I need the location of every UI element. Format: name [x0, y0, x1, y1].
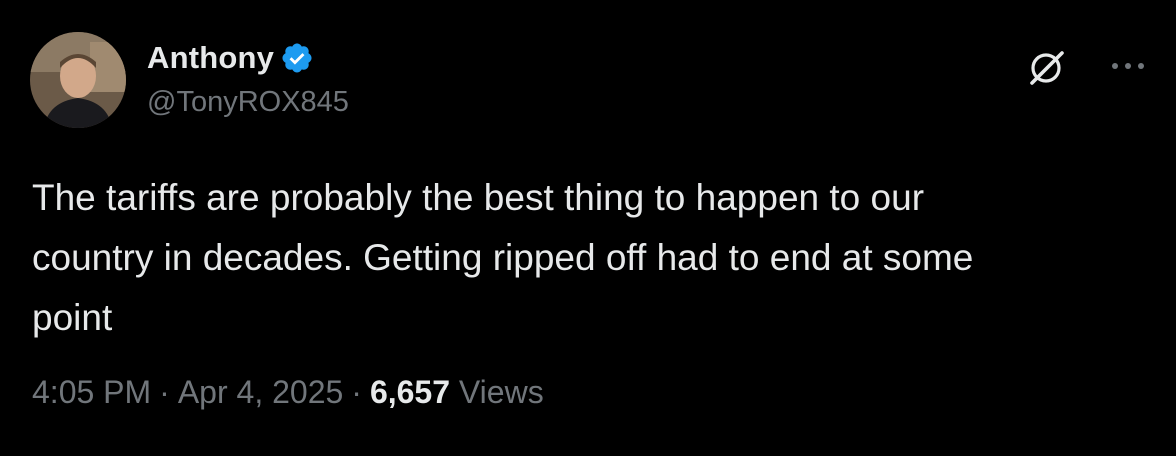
author-display-name[interactable]: Anthony	[147, 40, 274, 76]
more-options-icon[interactable]	[1108, 56, 1148, 76]
tweet-card: Anthony @TonyROX845 The tariffs are prob…	[0, 0, 1176, 456]
post-meta: 4:05 PM · Apr 4, 2025 · 6,657 Views	[32, 374, 544, 411]
avatar[interactable]	[30, 32, 126, 128]
post-time[interactable]: 4:05 PM	[32, 374, 151, 410]
views-count[interactable]: 6,657	[370, 374, 450, 410]
post-date[interactable]: Apr 4, 2025	[178, 374, 343, 410]
views-label[interactable]: Views	[459, 374, 544, 410]
post-text: The tariffs are probably the best thing …	[32, 177, 974, 338]
meta-separator: ·	[351, 374, 362, 410]
meta-separator: ·	[159, 374, 170, 410]
verified-badge-icon	[280, 41, 314, 75]
author-name-row: Anthony	[147, 38, 314, 78]
grok-icon[interactable]	[1024, 45, 1068, 89]
author-handle[interactable]: @TonyROX845	[147, 86, 349, 119]
